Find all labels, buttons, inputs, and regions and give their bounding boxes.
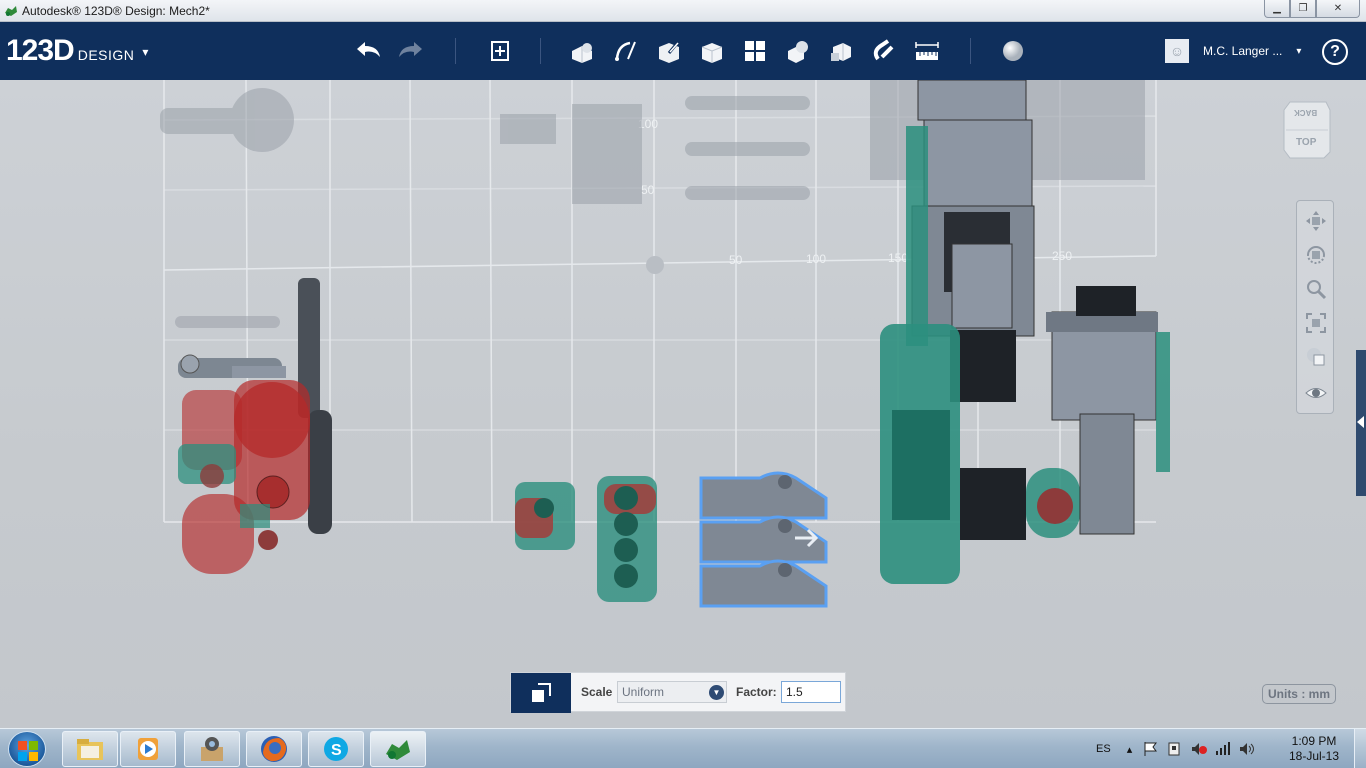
sketch-icon[interactable] [610,35,642,67]
speaker-icon[interactable] [1238,741,1256,757]
chevron-down-icon: ▾ [142,45,149,59]
grid-label: 250 [1052,249,1072,263]
toolbar-divider [455,38,456,64]
network-icon[interactable] [1214,741,1232,757]
chevron-down-icon: ▾ [1296,45,1302,57]
svg-text:S: S [331,742,342,759]
clock-date: 18-Jul-13 [1288,749,1340,763]
snap-icon[interactable] [868,35,900,67]
123d-design-icon[interactable] [370,731,426,767]
grid-label: 150 [888,251,908,265]
help-button[interactable]: ? [1322,39,1348,65]
grid-label: 100 [806,252,826,266]
redo-icon[interactable] [395,35,427,67]
camera-app-icon[interactable] [184,731,240,767]
grid-label: 50 [641,183,655,197]
language-indicator[interactable]: ES [1096,743,1111,755]
orbit-icon[interactable] [1302,241,1330,269]
zoom-icon[interactable] [1302,275,1330,303]
scene-canvas[interactable]: 100 50 50 100 150 250 [0,80,1366,728]
main-toolbar: 123D DESIGN ▾ ☺ M.C. Langer ... ▾ ? [0,22,1366,80]
media-player-icon[interactable] [120,731,176,767]
side-panel-toggle[interactable] [1356,350,1366,496]
pan-icon[interactable] [1302,207,1330,235]
system-tray: ES ▴ [1096,729,1256,768]
construct-icon[interactable] [653,35,685,67]
transform-icon[interactable] [484,35,516,67]
chevron-down-icon: ▼ [709,685,724,700]
factor-input[interactable]: 1.5 [781,681,841,703]
factor-label: Factor: [736,685,777,699]
scale-icon[interactable] [511,673,571,713]
app-menu-logo[interactable]: 123D DESIGN ▾ [6,34,148,68]
start-button[interactable] [8,731,46,767]
viewcube-top-label: TOP [1296,137,1317,148]
material-icon[interactable] [997,35,1029,67]
primitives-icon[interactable] [566,35,598,67]
skype-icon[interactable]: S [308,731,364,767]
pattern-icon[interactable] [739,35,771,67]
origin-marker [646,256,664,274]
clock-time: 1:09 PM [1291,734,1337,748]
maximize-button[interactable]: ❐ [1290,0,1316,18]
action-center-flag-icon[interactable] [1142,741,1160,757]
combine-icon[interactable] [825,35,857,67]
grouping-icon[interactable] [782,35,814,67]
middle-parts [515,476,657,602]
close-button[interactable]: ✕ [1316,0,1360,18]
viewcube-back-label: BACK [1294,108,1318,117]
chevron-up-icon[interactable]: ▴ [1127,743,1133,756]
viewcube[interactable]: BACK TOP [1282,100,1332,160]
logo-subtext: DESIGN [77,47,135,63]
3d-viewport[interactable]: 100 50 50 100 150 250 BACK TOP Units: m… [0,80,1366,728]
measure-icon[interactable] [911,35,943,67]
window-titlebar: Autodesk® 123D® Design: Mech2* ▁ ❐ ✕ [0,0,1366,22]
file-explorer-icon[interactable] [62,731,118,767]
scale-mode-value: Uniform [622,685,665,699]
windows-taskbar: S ES ▴ 1:09 PM 18-Jul-13 [0,728,1366,768]
user-menu[interactable]: ☺ M.C. Langer ... ▾ [1165,39,1301,63]
window-title: Autodesk® 123D® Design: Mech2* [22,4,210,18]
scale-panel: Scale Uniform ▼ Factor: 1.5 [510,672,846,713]
volume-alert-icon[interactable] [1190,741,1208,757]
visibility-icon[interactable] [1302,379,1330,407]
toolbar-divider [540,38,541,64]
units-button[interactable]: Units : mm [1262,684,1336,704]
device-icon[interactable] [1166,741,1184,757]
view-mode-icon[interactable] [1302,343,1330,371]
chevron-left-icon [1357,416,1364,428]
avatar: ☺ [1165,39,1189,63]
show-desktop-button[interactable] [1354,729,1366,768]
scale-mode-select[interactable]: Uniform ▼ [617,681,727,703]
navigation-bar [1296,200,1334,414]
toolbar-divider [970,38,971,64]
logo-text: 123D [6,34,75,67]
scale-label: Scale [581,685,613,699]
windows-logo-icon [18,741,38,761]
minimize-button[interactable]: ▁ [1264,0,1290,18]
undo-icon[interactable] [352,35,384,67]
firefox-icon[interactable] [246,731,302,767]
modify-icon[interactable] [696,35,728,67]
clock[interactable]: 1:09 PM 18-Jul-13 [1280,734,1348,764]
user-name: M.C. Langer ... [1203,44,1283,58]
fit-icon[interactable] [1302,309,1330,337]
app-icon [5,6,17,16]
grid-label: 50 [729,253,743,267]
